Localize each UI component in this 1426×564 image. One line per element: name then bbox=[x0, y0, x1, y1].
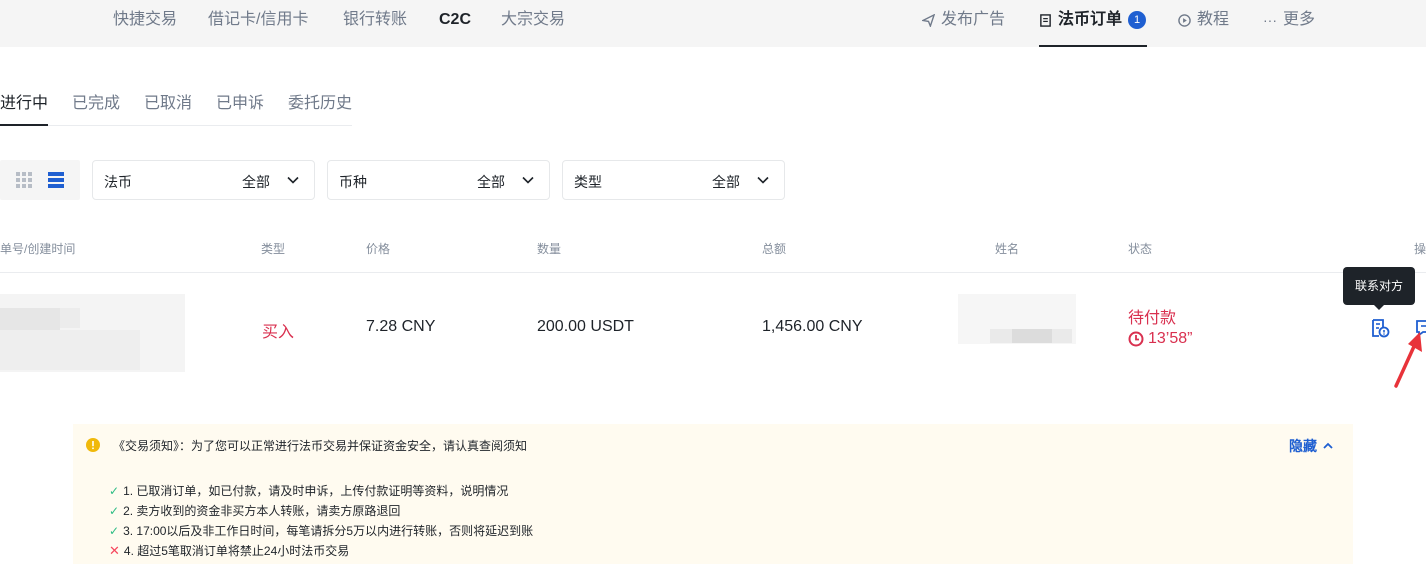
nav-c2c[interactable]: C2C bbox=[439, 10, 471, 30]
send-icon bbox=[922, 13, 935, 27]
chevron-down-icon bbox=[522, 176, 534, 184]
tab-order-history[interactable]: 委托历史 bbox=[288, 94, 352, 114]
orders-icon bbox=[1040, 13, 1051, 27]
rule-text: 4. 超过5笔取消订单将禁止24小时法币交易 bbox=[123, 544, 350, 558]
tab-divider bbox=[48, 125, 352, 126]
rule-text: 1. 已取消订单，如已付款，请及时申诉，上传付款证明等资料，说明情况 bbox=[123, 484, 509, 498]
play-circle-icon bbox=[1178, 13, 1191, 27]
header-order: 单号/创建时间 bbox=[0, 242, 76, 256]
tab-cancelled[interactable]: 已取消 bbox=[144, 94, 192, 114]
tutorial-label: 教程 bbox=[1197, 11, 1230, 28]
header-type: 类型 bbox=[261, 242, 286, 256]
notice-rule: ✕ 4. 超过5笔取消订单将禁止24小时法币交易 bbox=[109, 542, 349, 559]
header-amount: 数量 bbox=[537, 242, 562, 256]
fiat-filter[interactable]: 法币 全部 bbox=[92, 160, 315, 200]
post-ad-link[interactable]: 发布广告 bbox=[922, 10, 1005, 30]
top-nav: 快捷交易 借记卡/信用卡 银行转账 C2C 大宗交易 发布广告 法币订单 1 教… bbox=[0, 0, 1426, 47]
redacted-block bbox=[60, 308, 80, 328]
more-link[interactable]: ··· 更多 bbox=[1263, 10, 1315, 30]
order-amount: 200.00 USDT bbox=[537, 318, 634, 335]
grid-view-icon[interactable] bbox=[16, 172, 32, 188]
contact-tooltip: 联系对方 bbox=[1343, 267, 1415, 310]
nav-bank-transfer[interactable]: 银行转账 bbox=[343, 10, 407, 30]
cross-icon: ✕ bbox=[109, 542, 120, 558]
order-type: 买入 bbox=[262, 324, 295, 341]
rule-text: 2. 卖方收到的资金非买方本人转账，请卖方原路退回 bbox=[123, 504, 401, 518]
rule-text: 3. 17:00以后及非工作日时间，每笔请拆分5万以内进行转账，否则将延迟到账 bbox=[123, 524, 534, 538]
coin-filter-label: 币种 bbox=[339, 174, 367, 190]
coin-filter[interactable]: 币种 全部 bbox=[327, 160, 550, 200]
tab-appealed[interactable]: 已申诉 bbox=[216, 94, 264, 114]
chevron-down-icon bbox=[757, 176, 769, 184]
redacted-block bbox=[1012, 329, 1052, 343]
chevron-up-icon bbox=[1323, 442, 1333, 449]
tutorial-link[interactable]: 教程 bbox=[1178, 10, 1229, 30]
trading-notice: 《交易须知》：为了您可以正常进行法币交易并保证资金安全，请认真查阅须知 隐藏 ✓… bbox=[73, 424, 1353, 564]
check-icon: ✓ bbox=[109, 523, 120, 538]
redacted-block bbox=[0, 330, 140, 370]
order-price: 7.28 CNY bbox=[366, 318, 436, 335]
status-label: 待付款 bbox=[1128, 310, 1177, 327]
notice-rule: ✓ 2. 卖方收到的资金非买方本人转账，请卖方原路退回 bbox=[109, 502, 400, 519]
view-toggle bbox=[0, 160, 80, 200]
order-count-badge: 1 bbox=[1128, 11, 1147, 29]
check-icon: ✓ bbox=[109, 483, 120, 498]
post-ad-label: 发布广告 bbox=[941, 11, 1006, 28]
type-filter-label: 类型 bbox=[574, 174, 602, 190]
fiat-orders-link[interactable]: 法币订单 1 bbox=[1039, 10, 1147, 30]
active-nav-underline bbox=[1039, 45, 1147, 47]
ellipsis-icon: ··· bbox=[1263, 12, 1277, 28]
hide-notice-button[interactable]: 隐藏 bbox=[1289, 436, 1333, 456]
header-price: 价格 bbox=[366, 242, 391, 256]
header-status: 状态 bbox=[1128, 242, 1153, 256]
nav-quick-trade[interactable]: 快捷交易 bbox=[113, 10, 177, 30]
header-total: 总额 bbox=[762, 242, 787, 256]
tab-completed[interactable]: 已完成 bbox=[72, 94, 120, 114]
list-view-icon[interactable] bbox=[48, 172, 64, 188]
chevron-down-icon bbox=[287, 176, 299, 184]
check-icon: ✓ bbox=[109, 503, 120, 518]
timer-value: 13’58” bbox=[1148, 330, 1193, 347]
clock-icon bbox=[1128, 331, 1144, 347]
type-filter-value: 全部 bbox=[712, 174, 740, 190]
type-filter[interactable]: 类型 全部 bbox=[562, 160, 785, 200]
fiat-filter-value: 全部 bbox=[242, 174, 270, 190]
payment-timer: 13’58” bbox=[1128, 329, 1192, 349]
nav-block-trade[interactable]: 大宗交易 bbox=[501, 10, 565, 30]
header-name: 姓名 bbox=[995, 242, 1020, 256]
notice-rule: ✓ 1. 已取消订单，如已付款，请及时申诉，上传付款证明等资料，说明情况 bbox=[109, 482, 508, 499]
active-tab-underline bbox=[0, 124, 48, 126]
order-detail-icon[interactable] bbox=[1370, 318, 1390, 338]
order-status: 待付款 13’58” bbox=[1128, 309, 1192, 349]
nav-card[interactable]: 借记卡/信用卡 bbox=[208, 10, 308, 30]
hide-label: 隐藏 bbox=[1289, 438, 1317, 454]
notice-title: 《交易须知》：为了您可以正常进行法币交易并保证资金安全，请认真查阅须知 bbox=[113, 439, 528, 453]
header-divider bbox=[0, 272, 1426, 273]
header-action: 操 bbox=[1414, 242, 1426, 256]
order-total: 1,456.00 CNY bbox=[762, 318, 863, 335]
warning-icon bbox=[86, 438, 100, 452]
notice-rule: ✓ 3. 17:00以后及非工作日时间，每笔请拆分5万以内进行转账，否则将延迟到… bbox=[109, 522, 533, 539]
fiat-filter-label: 法币 bbox=[104, 174, 132, 190]
tab-in-progress[interactable]: 进行中 bbox=[0, 94, 48, 114]
fiat-orders-label: 法币订单 bbox=[1058, 11, 1123, 28]
more-label: 更多 bbox=[1283, 11, 1316, 28]
annotation-arrow bbox=[1394, 332, 1422, 388]
coin-filter-value: 全部 bbox=[477, 174, 505, 190]
